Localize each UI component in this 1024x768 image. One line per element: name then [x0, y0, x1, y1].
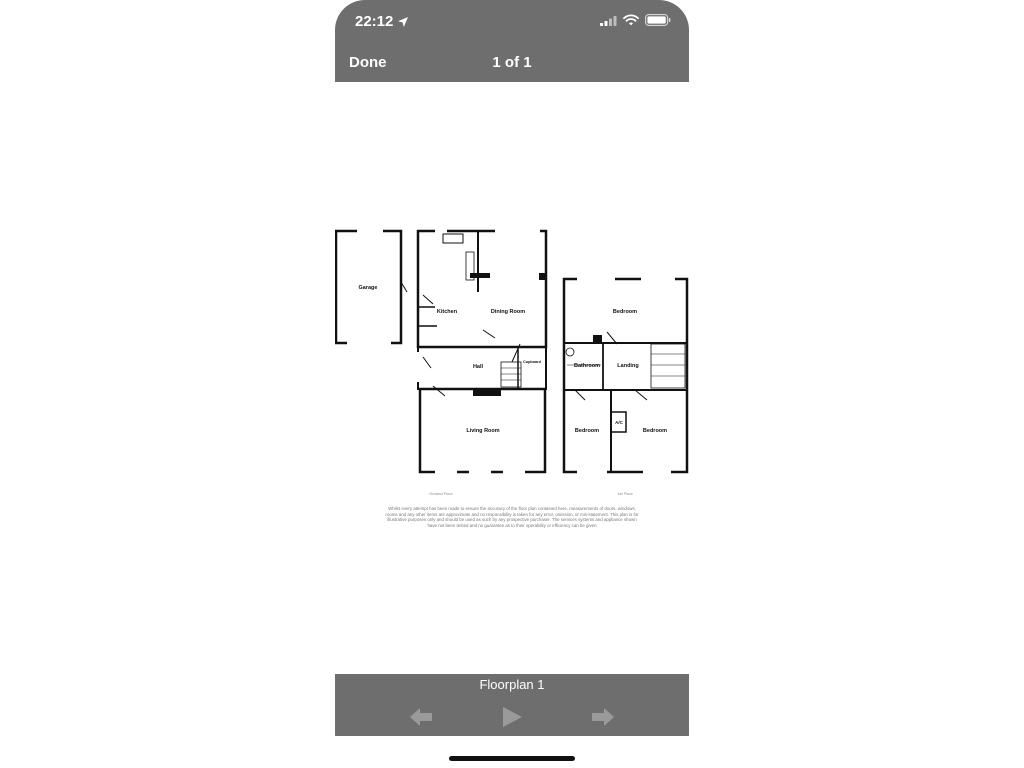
image-caption: Floorplan 1 [479, 677, 545, 692]
first-floor-label: 1st Floor [617, 491, 633, 496]
previous-button[interactable] [407, 704, 435, 730]
ground-floor-plan [335, 229, 548, 474]
home-indicator[interactable] [449, 756, 575, 761]
location-arrow-icon [398, 16, 409, 27]
home-indicator-area [335, 736, 689, 768]
document-content: Garage Kitchen Dining Room Hall Cupboard… [335, 82, 689, 674]
play-button[interactable] [498, 704, 526, 730]
arrow-right-icon [592, 708, 614, 726]
wifi-icon [623, 14, 639, 26]
room-label-living: Living Room [466, 428, 499, 434]
room-label-bathroom: Bathroom [574, 363, 600, 369]
play-icon [503, 707, 522, 727]
room-label-dining: Dining Room [491, 309, 525, 315]
status-bar-time: 22:12 [355, 13, 409, 30]
cellular-signal-icon [600, 15, 617, 26]
arrow-left-icon [410, 708, 432, 726]
top-navigation-bar: 22:12 Done 1 of 1 [335, 0, 689, 82]
room-label-bedroom-right: Bedroom [643, 428, 667, 434]
floorplan-disclaimer: Whilst every attempt has been made to en… [385, 506, 639, 528]
room-label-garage: Garage [359, 285, 378, 291]
battery-icon [645, 14, 671, 26]
ground-floor-label: Ground Floor [429, 491, 453, 496]
page-count: 1 of 1 [492, 54, 532, 71]
room-label-landing: Landing [617, 363, 638, 369]
floorplan-image: Garage Kitchen Dining Room Hall Cupboard… [335, 229, 689, 496]
bottom-toolbar: Floorplan 1 [335, 674, 689, 736]
next-button[interactable] [589, 704, 617, 730]
room-label-ac: A/C [615, 420, 624, 425]
status-bar-icons [600, 14, 671, 26]
room-label-hall: Hall [473, 364, 484, 370]
phone-screen: 22:12 Done 1 of 1 Garage Kitchen Dining … [335, 0, 689, 768]
floor-labels: Ground Floor 1st Floor [429, 491, 633, 496]
room-label-bedroom-top: Bedroom [613, 309, 637, 315]
first-floor-plan [562, 277, 689, 474]
room-label-cupboard: Cupboard [523, 360, 542, 364]
room-label-bedroom-left: Bedroom [575, 428, 599, 434]
room-label-kitchen: Kitchen [437, 309, 458, 315]
time-label: 22:12 [355, 13, 394, 30]
